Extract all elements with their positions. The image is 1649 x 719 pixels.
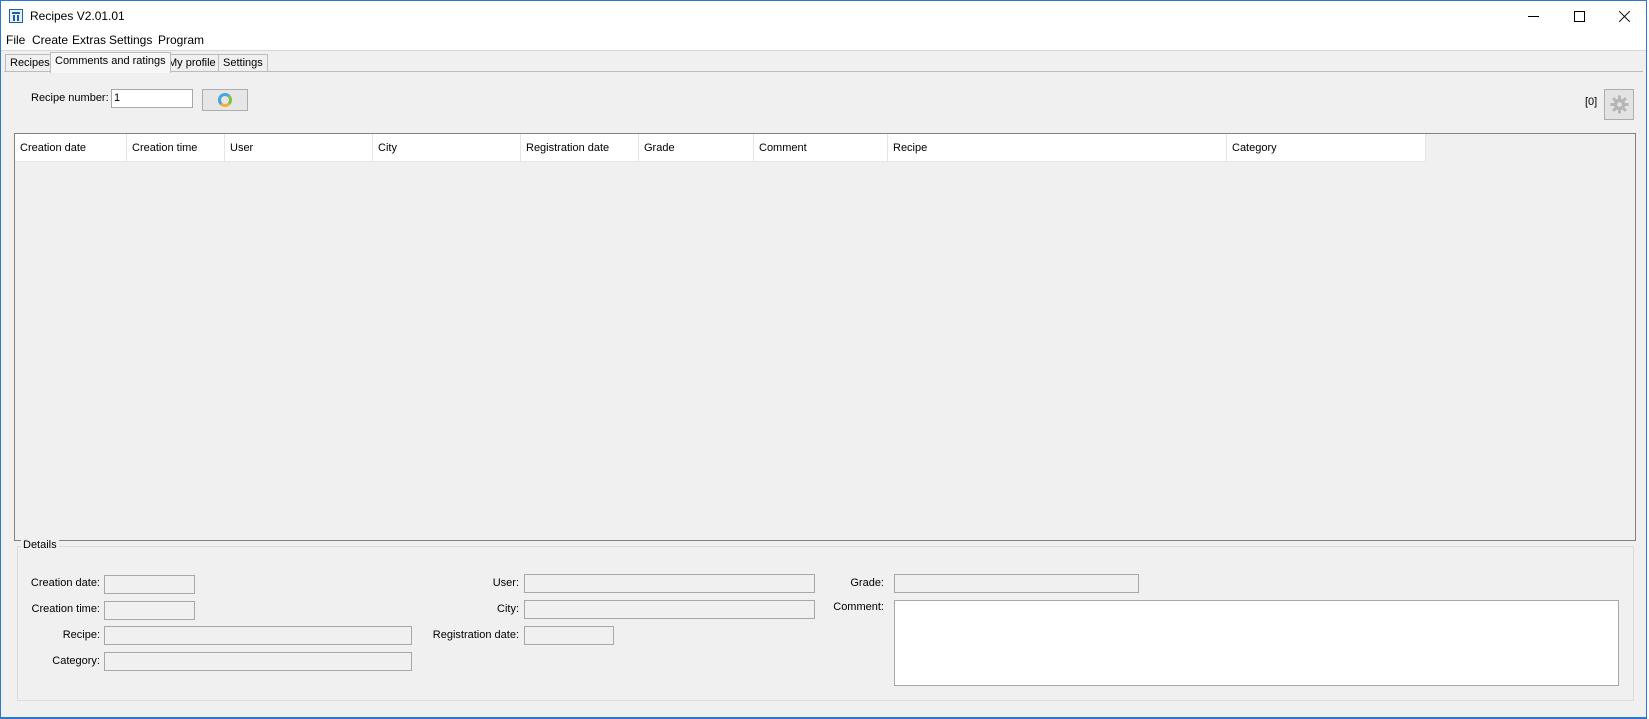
column-creation-date[interactable]: Creation date: [15, 134, 127, 162]
minimize-icon: [1528, 16, 1539, 17]
tab-comments-and-ratings[interactable]: Comments and ratings: [50, 52, 171, 73]
gear-icon: [1610, 95, 1629, 114]
user-label: User:: [492, 577, 519, 589]
user-field[interactable]: [524, 574, 815, 593]
minimize-button[interactable]: [1510, 1, 1556, 31]
recipe-label: Recipe:: [62, 629, 100, 641]
creation-date-label: Creation date:: [30, 577, 100, 589]
creation-date-field[interactable]: [104, 575, 195, 594]
close-button[interactable]: [1602, 1, 1648, 31]
registration-date-label: Registration date:: [432, 629, 519, 641]
tab-settings[interactable]: Settings: [218, 54, 268, 72]
maximize-button[interactable]: [1556, 1, 1602, 31]
settings-button[interactable]: [1604, 89, 1634, 120]
column-user[interactable]: User: [225, 134, 373, 162]
registration-date-field[interactable]: [524, 626, 614, 645]
comment-field[interactable]: [894, 600, 1619, 686]
window-title: Recipes V2.01.01: [30, 9, 125, 23]
refresh-button[interactable]: [202, 89, 248, 111]
menu-settings[interactable]: Settings: [107, 33, 154, 47]
column-comment[interactable]: Comment: [754, 134, 888, 162]
menu-program[interactable]: Program: [156, 33, 206, 47]
column-creation-time[interactable]: Creation time: [127, 134, 225, 162]
menu-create[interactable]: Create: [30, 33, 70, 47]
creation-time-field[interactable]: [104, 601, 195, 620]
result-count: [0]: [1585, 96, 1598, 108]
tab-my-profile[interactable]: My profile: [163, 54, 221, 72]
column-grade[interactable]: Grade: [639, 134, 754, 162]
city-field[interactable]: [524, 600, 815, 619]
comment-label: Comment:: [833, 601, 884, 613]
window-bottom-border: [1, 717, 1646, 718]
main-content: Recipes Comments and ratings My profile …: [1, 51, 1646, 718]
details-title: Details: [21, 539, 59, 551]
app-icon: [9, 9, 23, 23]
tab-recipes[interactable]: Recipes: [5, 54, 55, 72]
menu-bar: File Create Extras Settings Program: [1, 31, 1646, 51]
column-recipe[interactable]: Recipe: [888, 134, 1227, 162]
column-category[interactable]: Category: [1227, 134, 1426, 162]
menu-extras[interactable]: Extras: [70, 33, 108, 47]
title-bar: Recipes V2.01.01: [1, 1, 1646, 31]
comments-table[interactable]: Creation date Creation time User City Re…: [14, 133, 1636, 541]
category-field[interactable]: [104, 652, 412, 671]
menu-file[interactable]: File: [4, 33, 27, 47]
close-icon: [1619, 10, 1631, 22]
grade-field[interactable]: [894, 574, 1139, 593]
recipe-number-input[interactable]: 1: [111, 89, 193, 108]
city-label: City:: [497, 603, 519, 615]
app-window: Recipes V2.01.01 File Create Extras Sett…: [0, 0, 1647, 719]
column-registration-date[interactable]: Registration date: [521, 134, 639, 162]
recipe-field[interactable]: [104, 626, 412, 645]
creation-time-label: Creation time:: [31, 603, 100, 615]
column-city[interactable]: City: [373, 134, 521, 162]
grade-label: Grade:: [850, 577, 884, 589]
recipe-number-label: Recipe number:: [31, 92, 109, 104]
category-label: Category:: [52, 655, 100, 667]
tab-divider: [4, 71, 1643, 72]
refresh-icon: [218, 93, 232, 107]
maximize-icon: [1574, 11, 1585, 22]
